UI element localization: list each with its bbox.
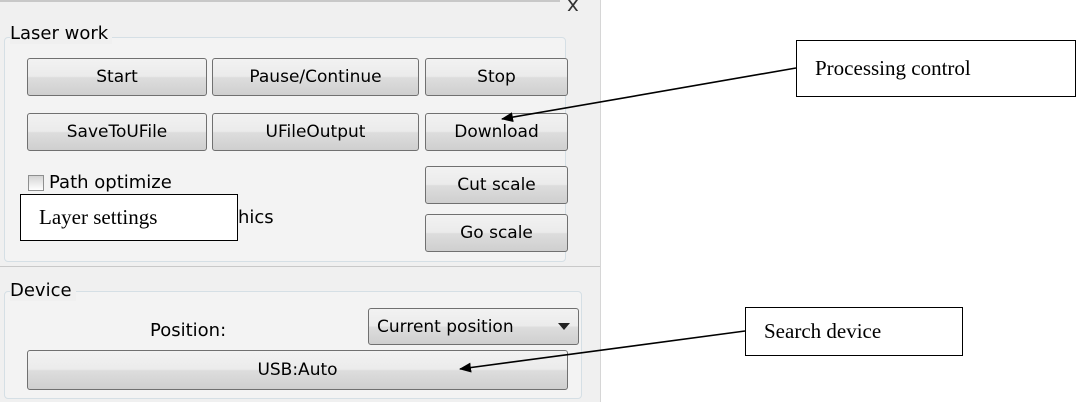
callout-arrows [459, 67, 797, 373]
arrow-search-device [459, 330, 746, 373]
arrow-processing-control [501, 67, 797, 123]
